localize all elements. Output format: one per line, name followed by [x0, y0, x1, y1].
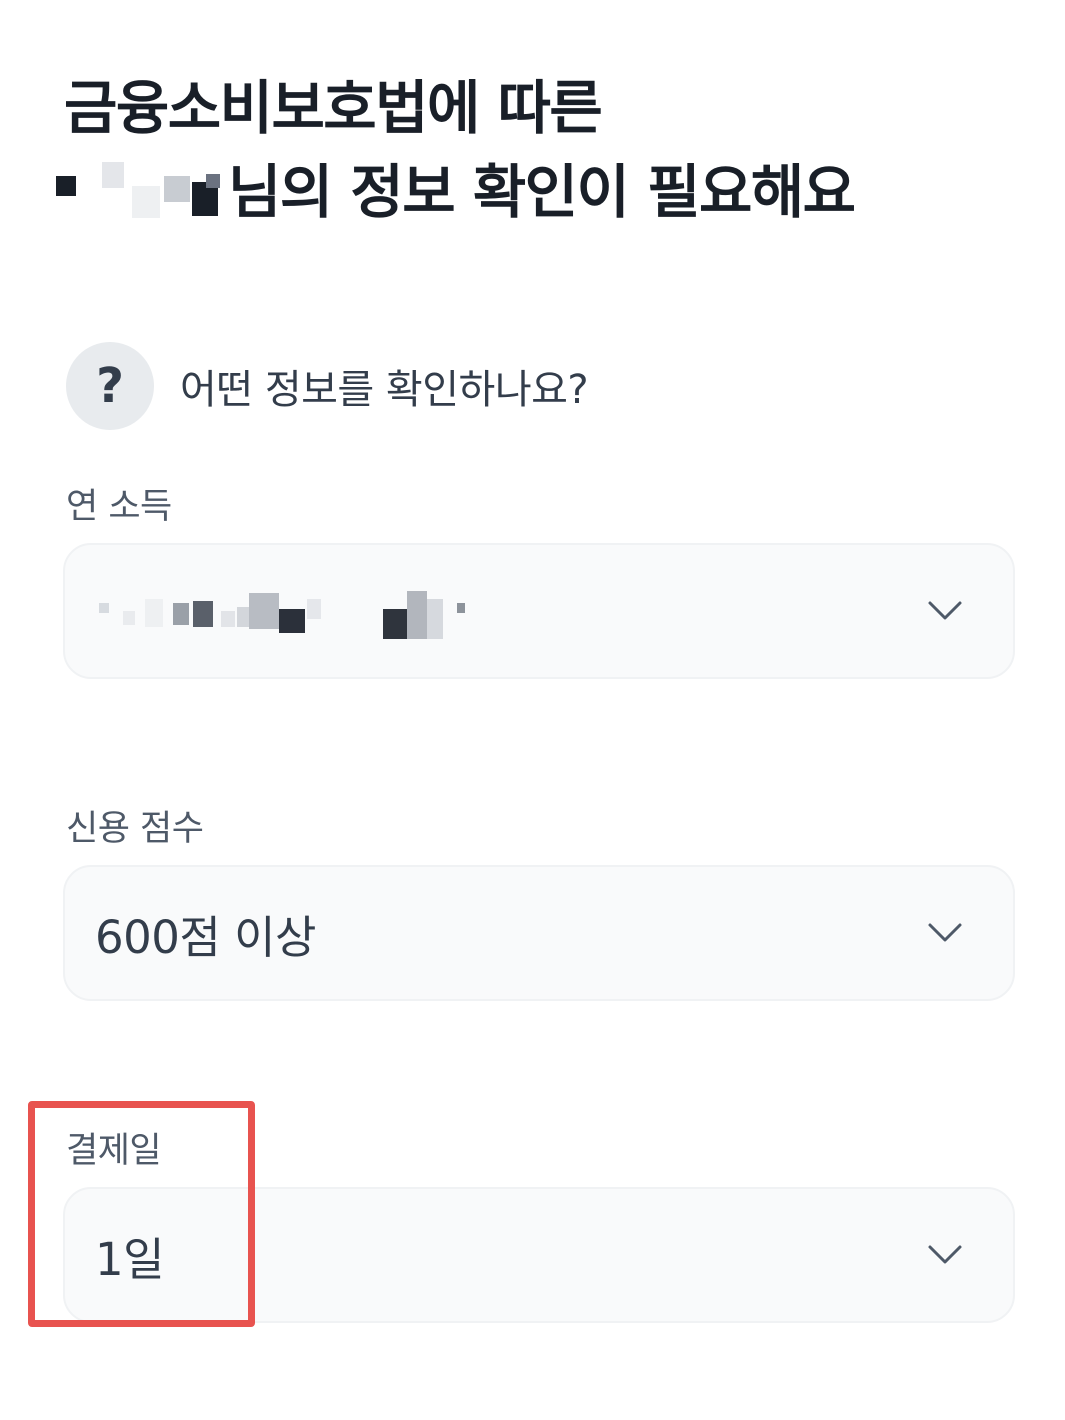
info-question-text: 어떤 정보를 확인하나요?	[180, 367, 589, 413]
title-line-2: 님의 정보 확인이 필요해요	[56, 150, 856, 234]
annual-income-masked-value	[95, 581, 495, 641]
title-line-2-text: 님의 정보 확인이 필요해요	[228, 158, 856, 226]
page-title: 금융소비보호법에 따른 님의 정보 확인이 필요해요	[56, 66, 856, 234]
credit-score-label: 신용 점수	[66, 809, 204, 849]
credit-score-value: 600점 이상	[95, 910, 316, 964]
chevron-down-icon	[928, 1245, 962, 1264]
masked-user-name	[56, 162, 224, 218]
chevron-down-icon	[928, 923, 962, 942]
highlight-box	[28, 1101, 255, 1327]
title-line-1: 금융소비보호법에 따른	[64, 74, 603, 142]
annual-income-label: 연 소득	[66, 487, 172, 527]
credit-score-select[interactable]: 600점 이상	[63, 865, 1015, 1001]
annual-income-select[interactable]	[63, 543, 1015, 679]
chevron-down-icon	[928, 601, 962, 620]
info-row[interactable]: ? 어떤 정보를 확인하나요?	[66, 342, 589, 430]
question-icon: ?	[66, 342, 154, 430]
